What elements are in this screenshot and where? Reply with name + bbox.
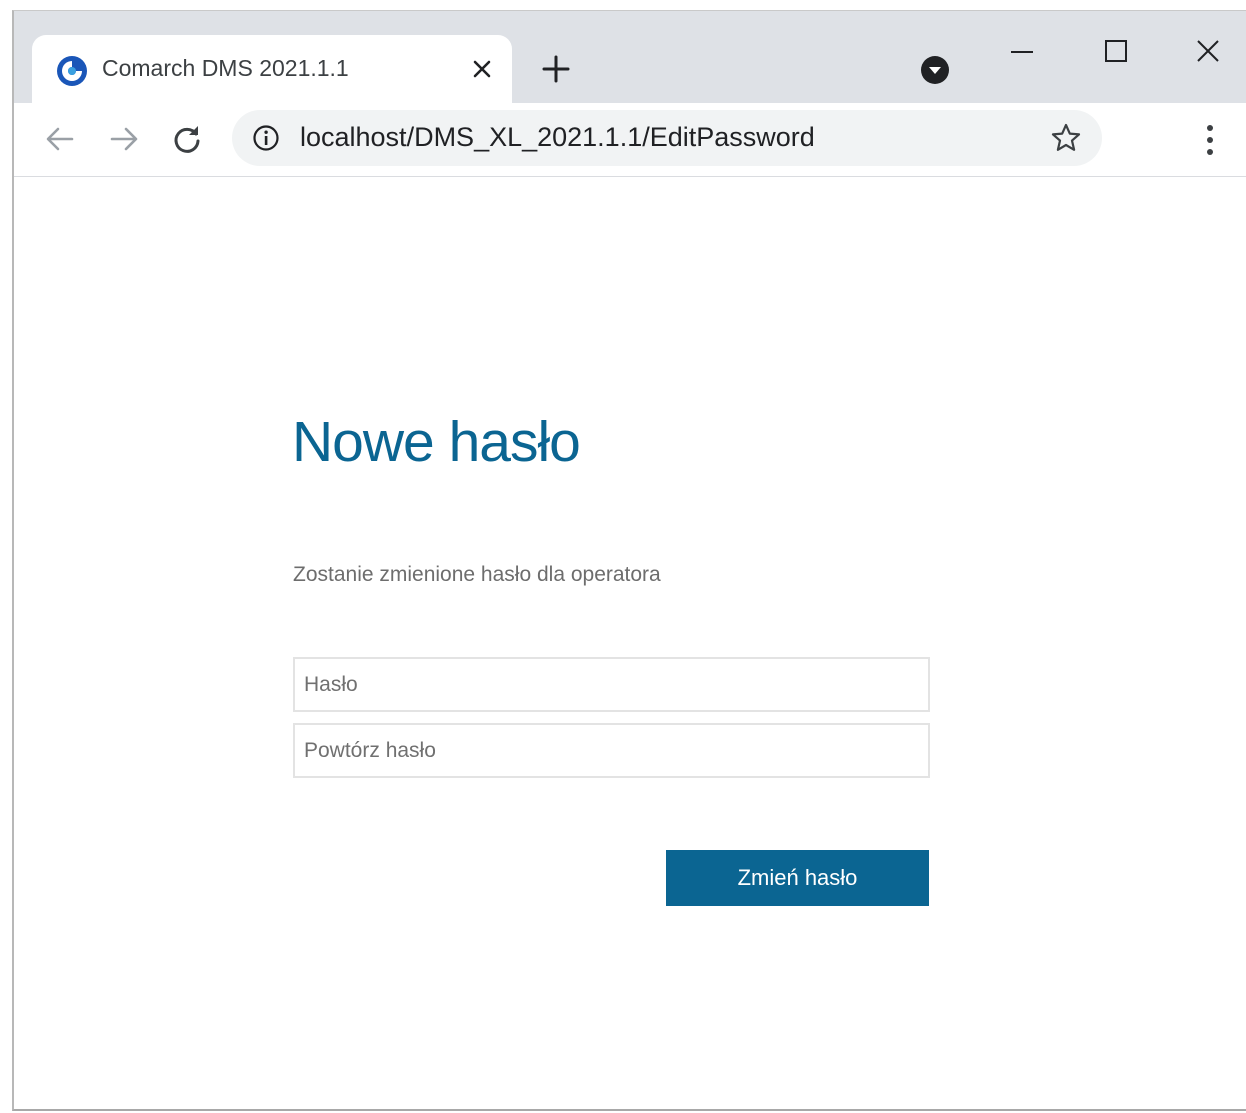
maximize-icon[interactable] — [1096, 31, 1136, 71]
arrow-right-icon[interactable] — [106, 121, 142, 157]
reload-icon[interactable] — [169, 121, 205, 157]
page-title: Nowe hasło — [292, 410, 581, 474]
browser-tab[interactable]: Comarch DMS 2021.1.1 — [32, 35, 512, 103]
url-text[interactable]: localhost/DMS_XL_2021.1.1/EditPassword — [300, 122, 815, 153]
browser-window: Comarch DMS 2021.1.1 localhost/DMS_XL_20… — [12, 10, 1246, 1111]
repeat-password-field[interactable] — [293, 723, 930, 778]
change-password-button[interactable]: Zmień hasło — [666, 850, 929, 906]
window-close-icon[interactable] — [1188, 31, 1228, 71]
tab-title: Comarch DMS 2021.1.1 — [102, 55, 349, 81]
tab-close-icon[interactable] — [468, 55, 496, 83]
new-tab-plus-icon[interactable] — [540, 53, 572, 85]
password-field[interactable] — [293, 657, 930, 712]
minimize-icon[interactable] — [1002, 31, 1042, 71]
star-icon[interactable] — [1050, 122, 1082, 154]
page-subtitle: Zostanie zmienione hasło dla operatora — [293, 563, 661, 586]
kebab-menu-icon[interactable] — [1198, 123, 1222, 157]
profile-dropdown-icon[interactable] — [920, 55, 950, 85]
tab-strip: Comarch DMS 2021.1.1 — [14, 11, 1246, 103]
comarch-logo-icon — [56, 55, 88, 87]
page-content: Nowe hasło Zostanie zmienione hasło dla … — [14, 177, 1246, 1109]
arrow-left-icon[interactable] — [42, 121, 78, 157]
browser-toolbar: localhost/DMS_XL_2021.1.1/EditPassword — [14, 103, 1246, 177]
info-icon[interactable] — [252, 124, 280, 152]
address-bar[interactable]: localhost/DMS_XL_2021.1.1/EditPassword — [232, 110, 1102, 166]
